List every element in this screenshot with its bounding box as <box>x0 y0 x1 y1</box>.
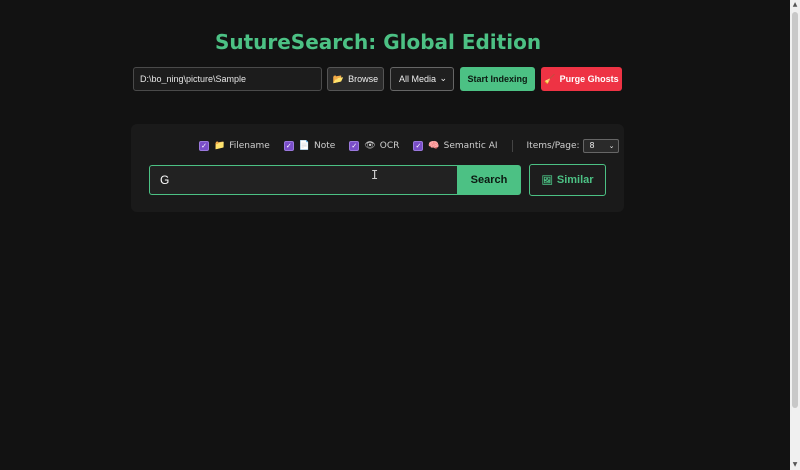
chevron-down-icon: ⌄ <box>439 73 447 83</box>
filename-checkbox[interactable]: ✓ <box>199 141 209 151</box>
semantic-ai-checkbox[interactable]: ✓ <box>413 141 424 151</box>
start-indexing-label: Start Indexing <box>467 74 528 84</box>
search-button[interactable]: Search <box>457 165 521 195</box>
media-select-value: All Media <box>399 74 437 84</box>
divider <box>511 140 513 152</box>
search-query-text: G <box>160 173 170 187</box>
broom-icon: 🧹 <box>544 73 556 84</box>
folder-icon: 📂 <box>332 73 345 84</box>
browse-button[interactable]: 📂 Browse <box>327 67 384 91</box>
folder-path-input[interactable] <box>133 67 322 91</box>
scroll-thumb[interactable] <box>792 12 798 408</box>
option-label: Semantic AI <box>443 141 498 151</box>
brain-icon: 🧠 <box>428 141 440 151</box>
app-window: SutureSearch: Global Edition 📂 Browse Al… <box>0 0 800 470</box>
search-options: ✓ 📁 Filename ✓ 📄 Note ✓ 👁 OCR ✓ 🧠 Semant… <box>199 138 619 154</box>
option-ocr[interactable]: ✓ 👁 OCR <box>349 141 399 151</box>
option-filename[interactable]: ✓ 📁 Filename <box>199 141 270 151</box>
browse-label: Browse <box>348 74 379 84</box>
chevron-down-icon: ⌄ <box>608 142 615 150</box>
items-per-page-value: 8 <box>589 141 595 150</box>
media-type-select[interactable]: All Media ⌄ <box>390 67 454 91</box>
text-cursor-icon: I <box>371 168 379 182</box>
option-label: Note <box>314 141 336 151</box>
items-per-page-label: Items/Page: <box>526 141 580 151</box>
note-checkbox[interactable]: ✓ <box>283 141 294 151</box>
scroll-down-icon[interactable]: ▼ <box>790 460 800 470</box>
search-input[interactable]: G <box>149 165 457 195</box>
option-label: OCR <box>379 141 400 151</box>
scroll-up-icon[interactable]: ▲ <box>790 0 800 10</box>
option-note[interactable]: ✓ 📄 Note <box>283 141 336 151</box>
purge-ghosts-label: Purge Ghosts <box>559 74 619 84</box>
folder-icon: 📁 <box>214 141 226 151</box>
start-indexing-button[interactable]: Start Indexing <box>460 67 535 91</box>
similar-label: Similar <box>556 174 594 186</box>
similar-button[interactable]: 🖼 Similar <box>529 164 606 196</box>
ocr-checkbox[interactable]: ✓ <box>349 141 360 151</box>
memo-icon: 📄 <box>298 141 311 151</box>
purge-ghosts-button[interactable]: 🧹 Purge Ghosts <box>541 67 622 91</box>
eye-icon: 👁 <box>364 141 376 151</box>
vertical-scrollbar[interactable]: ▲ ▼ <box>790 0 800 470</box>
page-title: SutureSearch: Global Edition <box>214 30 542 54</box>
option-label: Filename <box>229 141 270 151</box>
option-semantic-ai[interactable]: ✓ 🧠 Semantic AI <box>413 141 498 151</box>
items-per-page-select[interactable]: 8 ⌄ <box>582 139 619 153</box>
image-icon: 🖼 <box>541 174 553 185</box>
search-label: Search <box>470 174 508 186</box>
